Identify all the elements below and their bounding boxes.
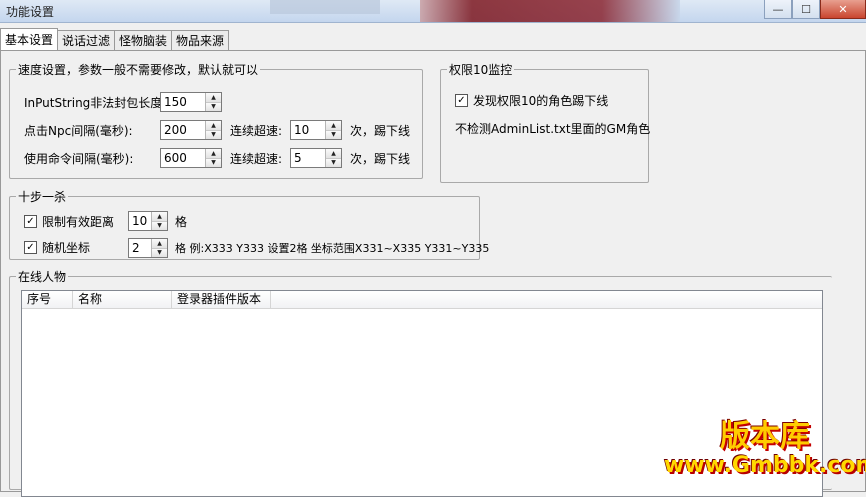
speed-settings-legend: 速度设置，参数一般不需要修改，默认就可以 bbox=[16, 61, 261, 78]
checkbox-check-icon[interactable]: ✓ bbox=[24, 215, 37, 228]
perm10-monitor-legend: 权限10监控 bbox=[447, 61, 515, 78]
npc-interval-label: 点击Npc间隔(毫秒): bbox=[24, 124, 133, 138]
maximize-icon[interactable]: ☐ bbox=[792, 0, 820, 19]
spin-up-icon[interactable]: ▲ bbox=[206, 93, 221, 102]
npc-interval-spinner[interactable]: 200 ▲ ▼ bbox=[160, 120, 222, 140]
tab-speech-filter[interactable]: 说话过滤 bbox=[57, 30, 116, 50]
spin-up-icon[interactable]: ▲ bbox=[152, 212, 167, 221]
blurred-background-region bbox=[420, 0, 680, 22]
npc-interval-value[interactable]: 200 bbox=[161, 121, 205, 139]
tab-monster-equipment[interactable]: 怪物脑装 bbox=[114, 30, 173, 50]
tab-strip: 基本设置 说话过滤 怪物脑装 物品来源 bbox=[0, 28, 230, 50]
random-coord-value[interactable]: 2 bbox=[129, 239, 151, 257]
list-header: 序号 名称 登录器插件版本 bbox=[22, 291, 822, 309]
tenstep-group: 十步一杀 ✓ 限制有效距离 10 ▲ ▼ 格 ✓ 随机坐标 2 ▲ ▼ 格 例:X3… bbox=[9, 188, 489, 260]
title-bar: 功能设置 — ☐ ✕ bbox=[0, 0, 866, 23]
spin-down-icon[interactable]: ▼ bbox=[326, 157, 341, 167]
tenstep-legend: 十步一杀 bbox=[16, 188, 69, 205]
random-coord-label: 随机坐标 bbox=[42, 241, 91, 255]
limit-distance-label: 限制有效距离 bbox=[42, 215, 115, 229]
tab-basic-settings[interactable]: 基本设置 bbox=[0, 28, 59, 50]
site-watermark: 版本库 www.Gmbbk.com bbox=[658, 411, 866, 489]
speed-settings-group: 速度设置，参数一般不需要修改，默认就可以 InPutString非法封包长度: … bbox=[9, 61, 423, 179]
column-header-name[interactable]: 名称 bbox=[73, 291, 172, 308]
inputstring-length-spinner[interactable]: 150 ▲ ▼ bbox=[160, 92, 222, 112]
spin-down-icon[interactable]: ▼ bbox=[206, 101, 221, 111]
random-coord-spinner[interactable]: 2 ▲ ▼ bbox=[128, 238, 168, 258]
random-coord-note: 格 例:X333 Y333 设置2格 坐标范围X331~X335 Y331~Y3… bbox=[175, 242, 490, 255]
inputstring-length-value[interactable]: 150 bbox=[161, 93, 205, 111]
spin-up-icon[interactable]: ▲ bbox=[326, 149, 341, 158]
close-icon[interactable]: ✕ bbox=[820, 0, 866, 19]
spin-up-icon[interactable]: ▲ bbox=[152, 239, 167, 248]
random-coord-checkbox[interactable]: ✓ 随机坐标 bbox=[24, 239, 90, 256]
checkbox-check-icon[interactable]: ✓ bbox=[455, 94, 468, 107]
npc-exceed-label: 连续超速: bbox=[230, 124, 283, 138]
spin-down-icon[interactable]: ▼ bbox=[206, 129, 221, 139]
npc-kick-suffix: 次，踢下线 bbox=[350, 124, 411, 138]
spin-up-icon[interactable]: ▲ bbox=[326, 121, 341, 130]
inputstring-length-label: InPutString非法封包长度: bbox=[24, 96, 167, 110]
limit-distance-unit: 格 bbox=[175, 215, 188, 229]
cmd-interval-spinner[interactable]: 600 ▲ ▼ bbox=[160, 148, 222, 168]
cmd-exceed-label: 连续超速: bbox=[230, 152, 283, 166]
spin-down-icon[interactable]: ▼ bbox=[326, 129, 341, 139]
blurred-taskbar-region bbox=[270, 0, 380, 14]
spin-down-icon[interactable]: ▼ bbox=[152, 220, 167, 230]
perm10-monitor-group: 权限10监控 ✓ 发现权限10的角色踢下线 不检测AdminList.txt里面… bbox=[440, 61, 651, 183]
cmd-kick-suffix: 次，踢下线 bbox=[350, 152, 411, 166]
cmd-exceed-value[interactable]: 5 bbox=[291, 149, 325, 167]
cmd-interval-label: 使用命令间隔(毫秒): bbox=[24, 152, 134, 166]
cmd-exceed-spinner[interactable]: 5 ▲ ▼ bbox=[290, 148, 342, 168]
minimize-icon[interactable]: — bbox=[764, 0, 792, 19]
checkbox-check-icon[interactable]: ✓ bbox=[24, 241, 37, 254]
online-players-legend: 在线人物 bbox=[16, 268, 69, 285]
watermark-url: www.Gmbbk.com bbox=[664, 453, 866, 478]
npc-exceed-spinner[interactable]: 10 ▲ ▼ bbox=[290, 120, 342, 140]
npc-exceed-value[interactable]: 10 bbox=[291, 121, 325, 139]
spin-down-icon[interactable]: ▼ bbox=[152, 247, 167, 257]
limit-distance-checkbox[interactable]: ✓ 限制有效距离 bbox=[24, 213, 114, 230]
spin-up-icon[interactable]: ▲ bbox=[206, 149, 221, 158]
window-controls: — ☐ ✕ bbox=[764, 0, 866, 20]
column-header-index[interactable]: 序号 bbox=[22, 291, 73, 308]
limit-distance-value[interactable]: 10 bbox=[129, 212, 151, 230]
limit-distance-spinner[interactable]: 10 ▲ ▼ bbox=[128, 211, 168, 231]
perm10-kick-label: 发现权限10的角色踢下线 bbox=[473, 94, 609, 108]
cmd-interval-value[interactable]: 600 bbox=[161, 149, 205, 167]
spin-down-icon[interactable]: ▼ bbox=[206, 157, 221, 167]
spin-up-icon[interactable]: ▲ bbox=[206, 121, 221, 130]
window-title: 功能设置 bbox=[6, 5, 55, 19]
tab-item-source[interactable]: 物品来源 bbox=[171, 30, 230, 50]
column-header-plugin-version[interactable]: 登录器插件版本 bbox=[172, 291, 271, 308]
watermark-brand: 版本库 bbox=[720, 419, 810, 454]
perm10-note: 不检测AdminList.txt里面的GM角色 bbox=[455, 122, 651, 136]
perm10-kick-checkbox[interactable]: ✓ 发现权限10的角色踢下线 bbox=[455, 92, 608, 109]
